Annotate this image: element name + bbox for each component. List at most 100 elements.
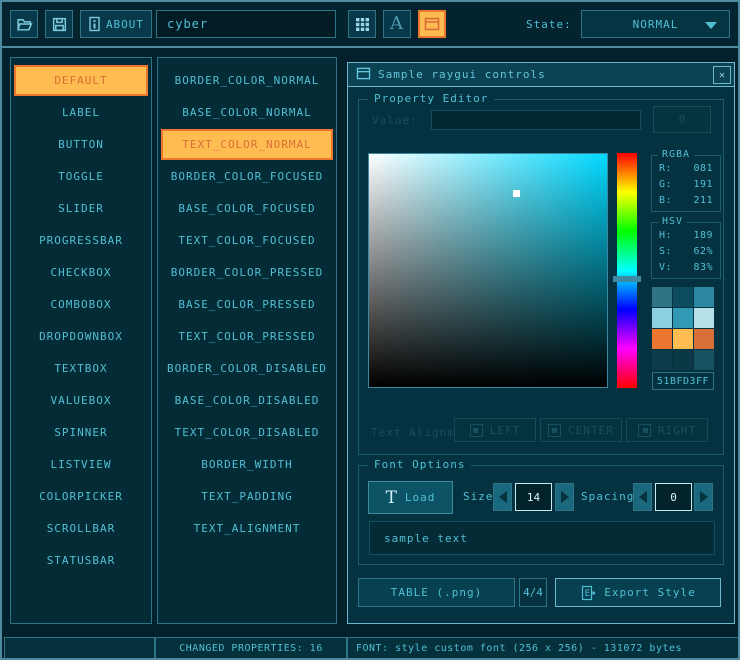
controls-list-item-progressbar[interactable]: PROGRESSBAR [14,225,148,256]
controls-list-item-button[interactable]: BUTTON [14,129,148,160]
palette-swatch[interactable] [652,329,672,349]
hsv-row-v: V: 83% [652,262,720,273]
controls-list-item-label[interactable]: LABEL [14,97,148,128]
align-center-label: CENTER [568,424,614,437]
controls-list: DEFAULT LABEL BUTTON TOGGLE SLIDER PROGR… [10,57,152,624]
arrow-left-icon [639,491,647,503]
palette-swatch[interactable] [673,287,693,307]
window-icon [356,65,371,84]
property-editor-group-label: Property Editor [368,92,494,105]
hue-slider-handle[interactable] [613,276,641,282]
arrow-right-icon [700,491,708,503]
palette-swatch[interactable] [652,308,672,328]
style-name-input[interactable] [156,10,336,38]
align-left-button[interactable]: LEFT [454,418,536,442]
controls-list-item-statusbar[interactable]: STATUSBAR [14,545,148,576]
about-button[interactable]: ABOUT [80,10,152,38]
color-picker-gradient[interactable] [368,153,608,388]
letter-a-icon: A [390,15,404,33]
controls-list-item-scrollbar[interactable]: SCROLLBAR [14,513,148,544]
property-value-button[interactable]: 0 [653,106,711,133]
sample-text-box[interactable]: sample text [369,521,715,555]
font-size-increase-button[interactable] [555,483,574,511]
controls-list-item-combobox[interactable]: COMBOBOX [14,289,148,320]
property-item[interactable]: BASE_COLOR_NORMAL [161,97,333,128]
palette-swatch[interactable] [652,287,672,307]
property-item[interactable]: BASE_COLOR_DISABLED [161,385,333,416]
palette-swatch[interactable] [694,287,714,307]
text-alignment-label: Text Alignmen [371,426,453,439]
r-label: R: [659,163,672,174]
export-style-button[interactable]: E Export Style [555,578,721,607]
style-table-view-button[interactable] [418,10,446,38]
property-item[interactable]: TEXT_COLOR_FOCUSED [161,225,333,256]
hex-color-input[interactable]: 51BFD3FF [652,372,714,390]
palette-swatch[interactable] [694,308,714,328]
palette-swatch[interactable] [694,329,714,349]
controls-list-item-default[interactable]: DEFAULT [14,65,148,96]
font-size-decrease-button[interactable] [493,483,512,511]
state-dropdown[interactable]: NORMAL [581,10,730,38]
font-spacing-increase-button[interactable] [694,483,713,511]
property-item[interactable]: BORDER_COLOR_NORMAL [161,65,333,96]
controls-list-item-slider[interactable]: SLIDER [14,193,148,224]
align-left-label: LEFT [490,424,521,437]
font-spacing-value[interactable]: 0 [655,483,692,511]
r-value: 081 [693,163,713,174]
property-item[interactable]: BORDER_COLOR_PRESSED [161,257,333,288]
font-load-button[interactable]: T Load [368,481,453,514]
export-format-button[interactable]: TABLE (.png) [358,578,515,607]
font-size-value[interactable]: 14 [515,483,552,511]
align-left-icon [470,424,483,437]
align-center-icon [548,424,561,437]
font-view-button[interactable]: A [383,10,411,38]
rgba-row-g: G: 191 [652,179,720,190]
about-button-label: ABOUT [106,18,144,31]
properties-list: BORDER_COLOR_NORMAL BASE_COLOR_NORMAL TE… [157,57,337,624]
controls-list-item-valuebox[interactable]: VALUEBOX [14,385,148,416]
controls-list-item-colorpicker[interactable]: COLORPICKER [14,481,148,512]
open-style-button[interactable] [10,10,38,38]
s-value: 62% [693,246,713,257]
controls-list-item-toggle[interactable]: TOGGLE [14,161,148,192]
window-close-button[interactable]: ✕ [713,66,731,84]
save-style-button[interactable] [45,10,73,38]
sample-controls-window: Sample raygui controls ✕ Property Editor… [347,62,735,624]
controls-list-item-textbox[interactable]: TEXTBOX [14,353,148,384]
align-right-button[interactable]: RIGHT [626,418,708,442]
property-item[interactable]: BORDER_COLOR_FOCUSED [161,161,333,192]
controls-list-item-checkbox[interactable]: CHECKBOX [14,257,148,288]
style-grid-view-button[interactable] [348,10,376,38]
property-item[interactable]: BASE_COLOR_FOCUSED [161,193,333,224]
property-item-selected[interactable]: TEXT_COLOR_NORMAL [161,129,333,160]
palette-swatch[interactable] [673,350,693,370]
property-item[interactable]: TEXT_PADDING [161,481,333,512]
align-center-button[interactable]: CENTER [540,418,622,442]
property-item[interactable]: BASE_COLOR_PRESSED [161,289,333,320]
property-item[interactable]: TEXT_COLOR_DISABLED [161,417,333,448]
palette-swatch[interactable] [652,350,672,370]
statusbar-left-segment [4,637,155,659]
toolbar: ABOUT A State: NORMA [2,2,738,48]
g-value: 191 [693,179,713,190]
rguistyler-app: ABOUT A State: NORMA [0,0,740,660]
controls-list-item-listview[interactable]: LISTVIEW [14,449,148,480]
palette-swatch[interactable] [673,329,693,349]
property-item[interactable]: BORDER_WIDTH [161,449,333,480]
controls-list-item-spinner[interactable]: SPINNER [14,417,148,448]
controls-list-item-dropdownbox[interactable]: DROPDOWNBOX [14,321,148,352]
color-picker-cursor[interactable] [513,190,520,197]
arrow-right-icon [561,491,569,503]
palette-swatch[interactable] [694,350,714,370]
property-value-input[interactable] [431,110,641,130]
hue-slider[interactable] [617,153,637,388]
property-item[interactable]: TEXT_COLOR_PRESSED [161,321,333,352]
h-label: H: [659,230,672,241]
palette-swatch[interactable] [673,308,693,328]
property-item[interactable]: TEXT_ALIGNMENT [161,513,333,544]
v-label: V: [659,262,672,273]
file-export-icon: E [580,585,596,601]
font-spacing-decrease-button[interactable] [633,483,652,511]
property-item[interactable]: BORDER_COLOR_DISABLED [161,353,333,384]
export-format-index[interactable]: 4/4 [519,578,547,607]
